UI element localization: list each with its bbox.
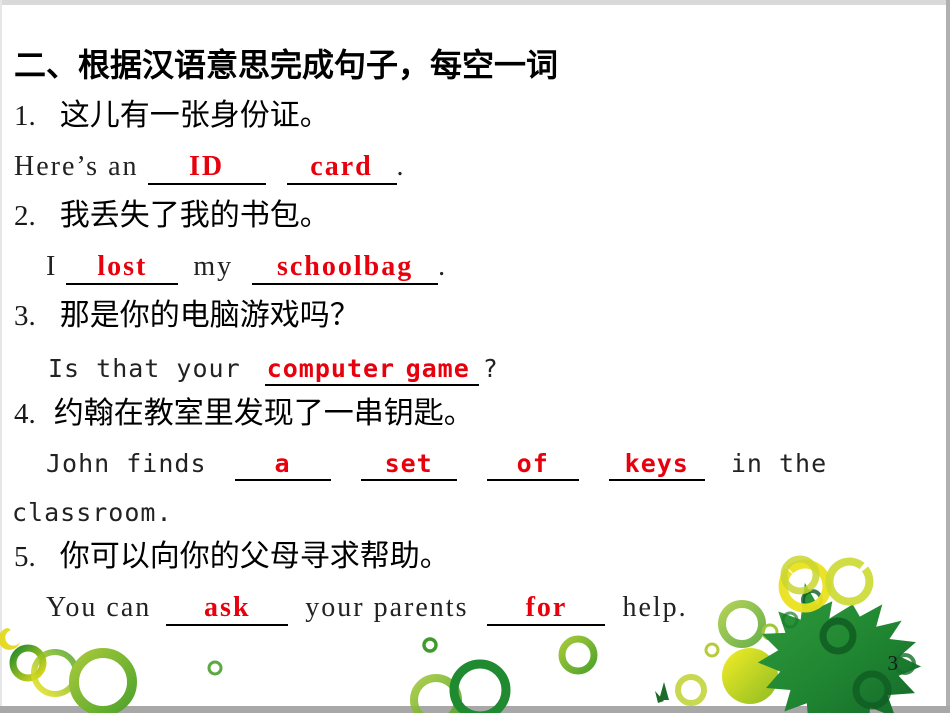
item-4-lead-text: John finds [46,449,207,478]
item-2-end-punct: . [438,251,448,282]
item-3-blank-1[interactable]: computer [264,354,397,386]
item-1-blank-2[interactable]: card [286,151,397,185]
item-4-chinese: 约翰在教室里发现了一串钥匙。 [53,396,474,431]
slide-right-edge [946,0,950,713]
item-4-english-wrap: classroom. [12,498,173,527]
item-2-blank-1[interactable]: lost [66,251,179,285]
slide: 二、根据汉语意思完成句子，每空一词 1. 这儿有一张身份证。 Here’s an… [0,0,950,713]
item-5-chinese-row: 5. 你可以向你的父母寻求帮助。 [14,540,450,574]
item-2-english-row: I lost my schoolbag. [46,251,447,285]
item-1-chinese: 这儿有一张身份证。 [59,98,330,133]
item-5-blank-1[interactable]: ask [166,592,289,626]
item-2-mid-text: my [193,251,234,282]
item-5-english-row: You can ask your parents for help. [46,592,688,626]
item-4-tail-text: in the [730,449,828,478]
item-3-english-row: Is that your computer game? [48,354,499,386]
item-2-chinese: 我丢失了我的书包。 [59,198,330,233]
item-4-blank-2[interactable]: set [360,449,457,481]
item-5-blank-2[interactable]: for [487,592,606,626]
item-5-tail-text: help. [622,592,688,623]
item-1-chinese-row: 1. 这儿有一张身份证。 [14,99,330,133]
item-1-lead-text: Here’s an [14,151,139,182]
item-1-number: 1. [14,100,36,132]
item-4-chinese-row: 4. 约翰在教室里发现了一串钥匙。 [14,397,474,431]
item-4-number: 4. [14,398,36,430]
item-5-lead-text: You can [46,592,152,623]
item-4-blank-3[interactable]: of [486,449,579,481]
page-title: 二、根据汉语意思完成句子，每空一词 [14,46,559,84]
item-2-blank-2[interactable]: schoolbag [252,251,439,285]
item-5-chinese: 你可以向你的父母寻求帮助。 [59,539,450,574]
item-3-lead-text: Is that your [48,354,241,383]
item-3-chinese-row: 3. 那是你的电脑游戏吗？ [14,299,360,333]
item-3-end-punct: ? [482,354,499,383]
slide-bottom-edge [0,706,950,713]
item-1-english-row: Here’s an ID card. [14,151,406,185]
item-4-blank-1[interactable]: a [234,449,331,481]
item-5-number: 5. [14,541,36,573]
item-3-blank-2[interactable]: game [396,354,479,386]
slide-left-edge [0,0,2,713]
item-1-end-punct: . [396,151,406,182]
item-4-english-row: John finds a set of keys in the [46,449,827,481]
item-2-lead-text: I [46,251,58,282]
item-2-number: 2. [14,200,36,232]
slide-top-edge [0,0,950,5]
item-4-blank-4[interactable]: keys [608,449,705,481]
item-3-chinese: 那是你的电脑游戏吗？ [59,298,360,333]
item-5-mid-text: your parents [305,592,469,623]
item-2-chinese-row: 2. 我丢失了我的书包。 [14,199,330,233]
page-number: 3 [887,651,899,675]
item-3-number: 3. [14,300,36,332]
item-1-blank-1[interactable]: ID [147,151,266,185]
